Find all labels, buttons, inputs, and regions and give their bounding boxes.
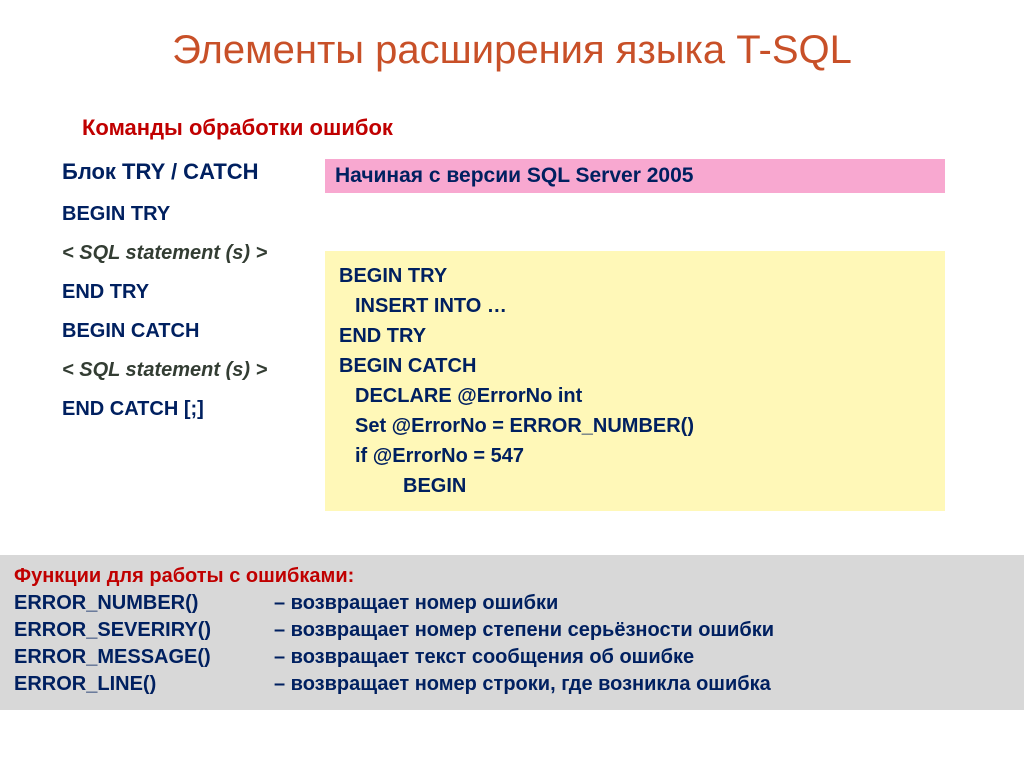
function-name: ERROR_LINE() (14, 671, 274, 698)
subtitle: Команды обработки ошибок (82, 115, 1024, 141)
function-row: ERROR_SEVERIRY() – возвращает номер степ… (14, 617, 1010, 644)
function-row: ERROR_NUMBER() – возвращает номер ошибки (14, 590, 1010, 617)
function-desc: – возвращает номер степени серьёзности о… (274, 617, 774, 644)
block-title: Блок TRY / CATCH (62, 159, 342, 185)
code-line: END TRY (339, 321, 931, 351)
code-example: BEGIN TRY INSERT INTO … END TRY BEGIN CA… (325, 251, 945, 511)
function-desc: – возвращает номер строки, где возникла … (274, 671, 771, 698)
functions-title: Функции для работы с ошибками: (14, 563, 1010, 590)
begin-catch: BEGIN CATCH (62, 320, 342, 343)
code-line: Set @ErrorNo = ERROR_NUMBER() (339, 411, 931, 441)
sql-statement-1: < SQL statement (s) > (62, 242, 342, 265)
left-column: Блок TRY / CATCH BEGIN TRY < SQL stateme… (62, 159, 342, 437)
function-row: ERROR_MESSAGE() – возвращает текст сообщ… (14, 644, 1010, 671)
end-try: END TRY (62, 281, 342, 304)
functions-box: Функции для работы с ошибками: ERROR_NUM… (0, 555, 1024, 710)
code-line: if @ErrorNo = 547 (339, 441, 931, 471)
code-line: INSERT INTO … (339, 291, 931, 321)
code-line: BEGIN CATCH (339, 351, 931, 381)
function-name: ERROR_NUMBER() (14, 590, 274, 617)
code-line: DECLARE @ErrorNo int (339, 381, 931, 411)
code-line: BEGIN TRY (339, 261, 931, 291)
function-name: ERROR_MESSAGE() (14, 644, 274, 671)
function-name: ERROR_SEVERIRY() (14, 617, 274, 644)
code-line: BEGIN (339, 471, 931, 501)
function-desc: – возвращает текст сообщения об ошибке (274, 644, 694, 671)
end-catch: END CATCH [;] (62, 398, 342, 421)
version-note: Начиная с версии SQL Server 2005 (325, 159, 945, 193)
function-desc: – возвращает номер ошибки (274, 590, 558, 617)
sql-statement-2: < SQL statement (s) > (62, 359, 342, 382)
begin-try: BEGIN TRY (62, 203, 342, 226)
page-title: Элементы расширения языка T-SQL (0, 0, 1024, 73)
function-row: ERROR_LINE() – возвращает номер строки, … (14, 671, 1010, 698)
